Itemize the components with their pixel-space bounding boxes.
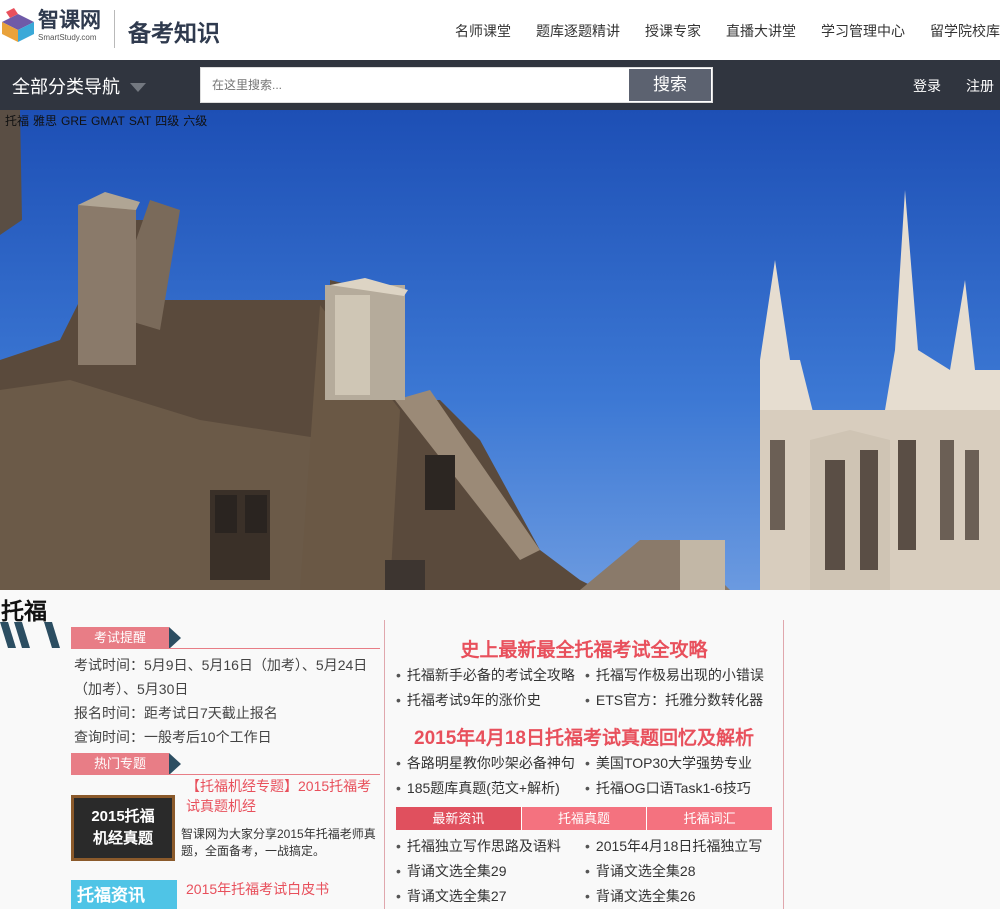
feature-link[interactable]: • 托福考试9年的涨价史 [396,690,541,710]
login-link[interactable]: 登录 [913,76,941,96]
section-title: 托福 [1,598,47,624]
toefl-section: 托福 考试提醒 考试时间：5月9日、5月16日（加考）、5月24日 （加考）、5… [0,590,1000,909]
promo-image-line: 机经真题 [92,830,153,847]
exam-reminder-label: 考试提醒 [71,627,169,649]
nav-item-universities[interactable]: 留学院校库 [930,21,1000,41]
feature-link[interactable]: • ETS官方：托雅分数转化器 [585,690,763,710]
nav-item-experts[interactable]: 授课专家 [645,21,701,41]
feature-link[interactable]: • 185题库真题(范文+解析) [396,778,560,798]
search-input[interactable] [201,68,629,102]
logo-domain: SmartStudy.com [38,33,97,42]
search-box: 搜索 [200,67,713,103]
news-item[interactable]: • 2015年4月18日托福独立写 [585,836,762,856]
tag-sat[interactable]: SAT [129,114,151,128]
page-title: 备考知识 [128,20,220,46]
feature-link[interactable]: • 托福OG口语Task1-6技巧 [585,778,751,798]
feature-link[interactable]: • 托福写作极易出现的小错误 [585,665,764,685]
logo[interactable]: 智课网 SmartStudy.com [0,8,101,44]
feature-title[interactable]: 史上最新最全托福考试全攻略 [396,635,772,662]
nav-item-question-bank[interactable]: 题库逐题精讲 [536,21,620,41]
tab-real-tests[interactable]: 托福真题 [521,807,648,830]
news-item[interactable]: • 背诵文选全集26 [585,886,695,906]
tab-latest-news[interactable]: 最新资讯 [396,807,522,830]
hero-banner: 托福 雅思 GRE GMAT SAT 四级 六级 [0,110,1000,590]
category-nav-label: 全部分类导航 [12,77,120,97]
label-arrow [169,627,181,649]
registration-deadline: 报名时间：距考试日7天截止报名 [74,705,278,721]
stripes-decoration [0,622,60,648]
column-divider [384,620,385,909]
news-tabs: 最新资讯 托福真题 托福词汇 [396,807,773,830]
category-nav[interactable]: 全部分类导航 [12,73,146,99]
score-query-time: 查询时间：一般考后10个工作日 [74,729,272,745]
feature-link[interactable]: • 各路明星教你吵架必备神句 [396,753,575,773]
divider [71,648,380,649]
register-link[interactable]: 注册 [966,76,994,96]
hot-topic-description: 智课网为大家分享2015年托福老师真题，全面备考，一战搞定。 [181,827,376,858]
nav-item-learning-center[interactable]: 学习管理中心 [821,21,905,41]
exam-tags: 托福 雅思 GRE GMAT SAT 四级 六级 [5,112,211,129]
tag-toefl[interactable]: 托福 [5,114,29,128]
logo-name: 智课网 [38,9,101,32]
header-divider [114,10,115,48]
tag-gmat[interactable]: GMAT [91,114,125,128]
campus-photo [0,110,1000,590]
news-item[interactable]: • 托福独立写作思路及语料 [396,836,561,856]
label-arrow [169,753,181,775]
promo-image-jijing[interactable]: 2015托福 机经真题 [71,795,175,861]
news-item[interactable]: • 背诵文选全集28 [585,861,695,881]
search-button[interactable]: 搜索 [629,69,711,101]
hot-topic-title[interactable]: 【托福机经专题】2015托福考 [186,776,371,796]
feature-link[interactable]: • 美国TOP30大学强势专业 [585,753,752,773]
feature-title[interactable]: 2015年4月18日托福考试真题回忆及解析 [396,723,772,750]
promo-image-line: 2015托福 [91,808,155,825]
nav-item-teachers[interactable]: 名师课堂 [455,21,511,41]
chevron-down-icon [130,82,146,92]
logo-icon [0,8,36,44]
tag-ielts[interactable]: 雅思 [33,114,57,128]
promo-image-news[interactable]: 托福资讯 [71,880,177,909]
site-header: 智课网 SmartStudy.com 备考知识 名师课堂 题库逐题精讲 授课专家… [0,0,1000,60]
hot-topics-label: 热门专题 [71,753,169,775]
news-item[interactable]: • 背诵文选全集27 [396,886,506,906]
tag-cet6[interactable]: 六级 [183,114,207,128]
hot-topic-title-cont[interactable]: 试真题机经 [186,796,256,816]
exam-date-line1: 考试时间：5月9日、5月16日（加考）、5月24日 [74,657,368,673]
column-divider [783,620,784,909]
news-item[interactable]: • 背诵文选全集29 [396,861,506,881]
nav-item-live[interactable]: 直播大讲堂 [726,21,796,41]
top-nav: 名师课堂 题库逐题精讲 授课专家 直播大讲堂 学习管理中心 留学院校库 [430,21,1000,41]
tag-gre[interactable]: GRE [61,114,87,128]
tag-cet4[interactable]: 四级 [155,114,179,128]
divider [71,774,380,775]
feature-link[interactable]: • 托福新手必备的考试全攻略 [396,665,575,685]
exam-date-line2: （加考）、5月30日 [74,681,189,697]
search-bar: 全部分类导航 搜索 登录 注册 [0,60,1000,110]
tab-vocabulary[interactable]: 托福词汇 [647,807,773,830]
hot-topic-title[interactable]: 2015年托福考试白皮书 [186,879,329,899]
